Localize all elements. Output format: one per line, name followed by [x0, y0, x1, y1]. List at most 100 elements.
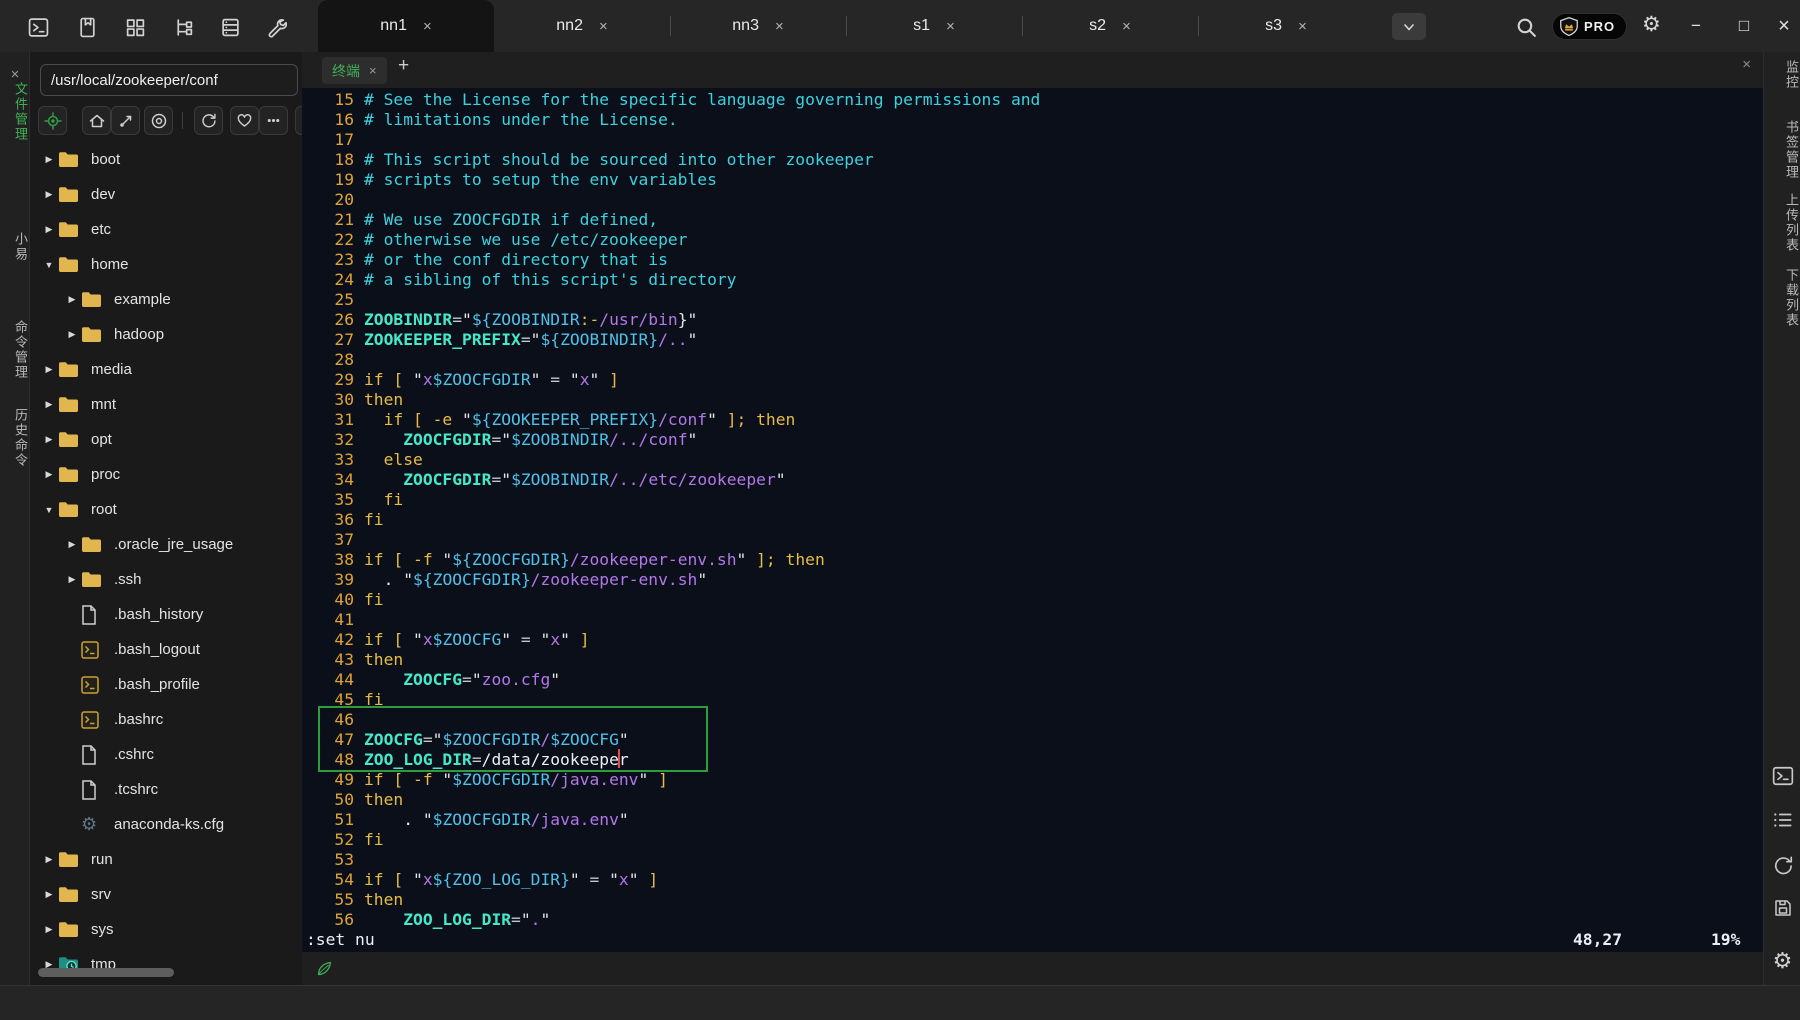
- tree-item-root[interactable]: ▼root: [30, 492, 302, 527]
- tree-item-srv[interactable]: ▶srv: [30, 877, 302, 912]
- right-rail-item-3[interactable]: 上传列表: [1764, 193, 1800, 253]
- collapse-panel-icon[interactable]: ×: [0, 66, 30, 83]
- tree-item-etc[interactable]: ▶etc: [30, 212, 302, 247]
- tree-item-.bashrc[interactable]: .bashrc: [30, 702, 302, 737]
- tree-item-.oracle_jre_usage[interactable]: ▶.oracle_jre_usage: [30, 527, 302, 562]
- tab-close-icon[interactable]: ×: [599, 18, 608, 35]
- tree-item-.ssh[interactable]: ▶ .ssh: [30, 562, 302, 597]
- list-icon[interactable]: [1764, 809, 1800, 831]
- line-number: 19: [302, 170, 354, 190]
- pro-badge[interactable]: PRO: [1552, 13, 1627, 40]
- close-button[interactable]: ×: [1770, 13, 1798, 39]
- tree-item-media[interactable]: ▶media: [30, 352, 302, 387]
- tree-item-.bash_logout[interactable]: .bash_logout: [30, 632, 302, 667]
- tree-item-tmp[interactable]: ▶tmp: [30, 947, 302, 968]
- terminal-tab-close-icon[interactable]: ×: [369, 63, 377, 78]
- session-tab-s1[interactable]: s1×: [846, 0, 1022, 52]
- tree-item-sys[interactable]: ▶sys: [30, 912, 302, 947]
- locate-icon[interactable]: [38, 106, 67, 135]
- left-rail-item-1[interactable]: 文件管理: [0, 82, 30, 142]
- horizontal-scrollbar[interactable]: [38, 968, 174, 977]
- session-tab-s3[interactable]: s3×: [1198, 0, 1374, 52]
- more-icon[interactable]: [259, 106, 288, 135]
- chevron-right-icon[interactable]: ▶: [63, 294, 81, 305]
- tree-item-.bash_profile[interactable]: .bash_profile: [30, 667, 302, 702]
- sitemap-icon[interactable]: [171, 15, 195, 39]
- save-icon[interactable]: [1764, 898, 1800, 918]
- chevron-right-icon[interactable]: ▶: [40, 889, 58, 900]
- chevron-right-icon[interactable]: ▶: [40, 924, 58, 935]
- tab-overflow-button[interactable]: [1392, 13, 1426, 40]
- terminal-screen[interactable]: 15# See the License for the specific lan…: [302, 88, 1763, 952]
- tree-item-opt[interactable]: ▶opt: [30, 422, 302, 457]
- chevron-right-icon[interactable]: ▶: [63, 329, 81, 340]
- new-session-icon[interactable]: [75, 15, 99, 39]
- wrench-icon[interactable]: [264, 15, 288, 39]
- resize-icon[interactable]: [111, 106, 140, 135]
- tree-item-.bash_history[interactable]: .bash_history: [30, 597, 302, 632]
- search-icon[interactable]: [1514, 15, 1538, 39]
- session-tab-s2[interactable]: s2 ×: [1022, 0, 1198, 52]
- right-rail-item-4[interactable]: 下载列表: [1764, 268, 1800, 328]
- session-tab-nn1[interactable]: nn1×: [318, 0, 494, 52]
- session-tab-nn3[interactable]: nn3×: [670, 0, 846, 52]
- chevron-right-icon[interactable]: ▶: [40, 224, 58, 235]
- right-rail-item-2[interactable]: 书签管理: [1764, 120, 1800, 180]
- code-line-32: 32 ZOOCFGDIR="$ZOOBINDIR/../conf": [302, 430, 1040, 450]
- tree-item-home[interactable]: ▼home: [30, 247, 302, 282]
- chevron-right-icon[interactable]: ▶: [40, 399, 58, 410]
- chevron-right-icon[interactable]: ▶: [40, 154, 58, 165]
- tab-label: s2: [1089, 17, 1106, 35]
- minimize-button[interactable]: −: [1682, 13, 1710, 39]
- chevron-right-icon[interactable]: ▶: [40, 854, 58, 865]
- chevron-right-icon[interactable]: ▶: [40, 959, 58, 968]
- tree-item-proc[interactable]: ▶proc: [30, 457, 302, 492]
- tree-item-run[interactable]: ▶run: [30, 842, 302, 877]
- server-icon[interactable]: [218, 15, 242, 39]
- path-input[interactable]: [40, 64, 298, 96]
- tree-item-example[interactable]: ▶example: [30, 282, 302, 317]
- settings-gear-icon[interactable]: ⚙: [1642, 12, 1661, 37]
- tree-item-dev[interactable]: ▶dev: [30, 177, 302, 212]
- right-rail-item-1[interactable]: 监控: [1764, 60, 1800, 90]
- gear-icon[interactable]: ⚙: [1764, 948, 1800, 974]
- terminal-icon[interactable]: [1764, 765, 1800, 787]
- tab-close-icon[interactable]: ×: [946, 18, 955, 35]
- layout-icon[interactable]: [123, 15, 147, 39]
- chevron-down-icon[interactable]: ▼: [40, 260, 58, 270]
- tab-close-icon[interactable]: ×: [1122, 18, 1131, 35]
- tree-item-hadoop[interactable]: ▶hadoop: [30, 317, 302, 352]
- code-lines: 15# See the License for the specific lan…: [302, 90, 1040, 930]
- chevron-right-icon[interactable]: ▶: [63, 574, 81, 585]
- chevron-right-icon[interactable]: ▶: [40, 189, 58, 200]
- tab-close-icon[interactable]: ×: [423, 18, 432, 35]
- left-rail-item-4[interactable]: 历史命令: [0, 408, 30, 468]
- chevron-right-icon[interactable]: ▶: [63, 539, 81, 550]
- chevron-right-icon[interactable]: ▶: [40, 364, 58, 375]
- left-rail-item-2[interactable]: 小易: [0, 232, 30, 262]
- refresh-icon[interactable]: [194, 106, 223, 135]
- chevron-right-icon[interactable]: ▶: [40, 434, 58, 445]
- terminal-icon[interactable]: [26, 15, 50, 39]
- tree-item-boot[interactable]: ▶boot: [30, 142, 302, 177]
- heart-icon[interactable]: [230, 106, 259, 135]
- tab-close-icon[interactable]: ×: [1298, 18, 1307, 35]
- home-icon[interactable]: [82, 106, 111, 135]
- tree-item-.cshrc[interactable]: .cshrc: [30, 737, 302, 772]
- refresh-icon[interactable]: [1764, 854, 1800, 876]
- session-tab-nn2[interactable]: nn2×: [494, 0, 670, 52]
- eye-icon[interactable]: [144, 106, 173, 135]
- maximize-button[interactable]: □: [1730, 13, 1758, 39]
- terminal-panel-close-icon[interactable]: ×: [1742, 56, 1751, 73]
- tab-close-icon[interactable]: ×: [775, 18, 784, 35]
- tree-item-mnt[interactable]: ▶mnt: [30, 387, 302, 422]
- tree-item-anaconda-ks.cfg[interactable]: ⚙anaconda-ks.cfg: [30, 807, 302, 842]
- chevron-down-icon[interactable]: ▼: [40, 505, 58, 515]
- left-rail-item-3[interactable]: 命令管理: [0, 320, 30, 380]
- terminal-tab[interactable]: 终端 ×: [322, 57, 387, 84]
- new-terminal-button[interactable]: +: [398, 55, 409, 77]
- tree-item-.tcshrc[interactable]: .tcshrc: [30, 772, 302, 807]
- chevron-right-icon[interactable]: ▶: [40, 469, 58, 480]
- tree-item-label: .ssh: [114, 571, 142, 588]
- code-line-25: 25: [302, 290, 1040, 310]
